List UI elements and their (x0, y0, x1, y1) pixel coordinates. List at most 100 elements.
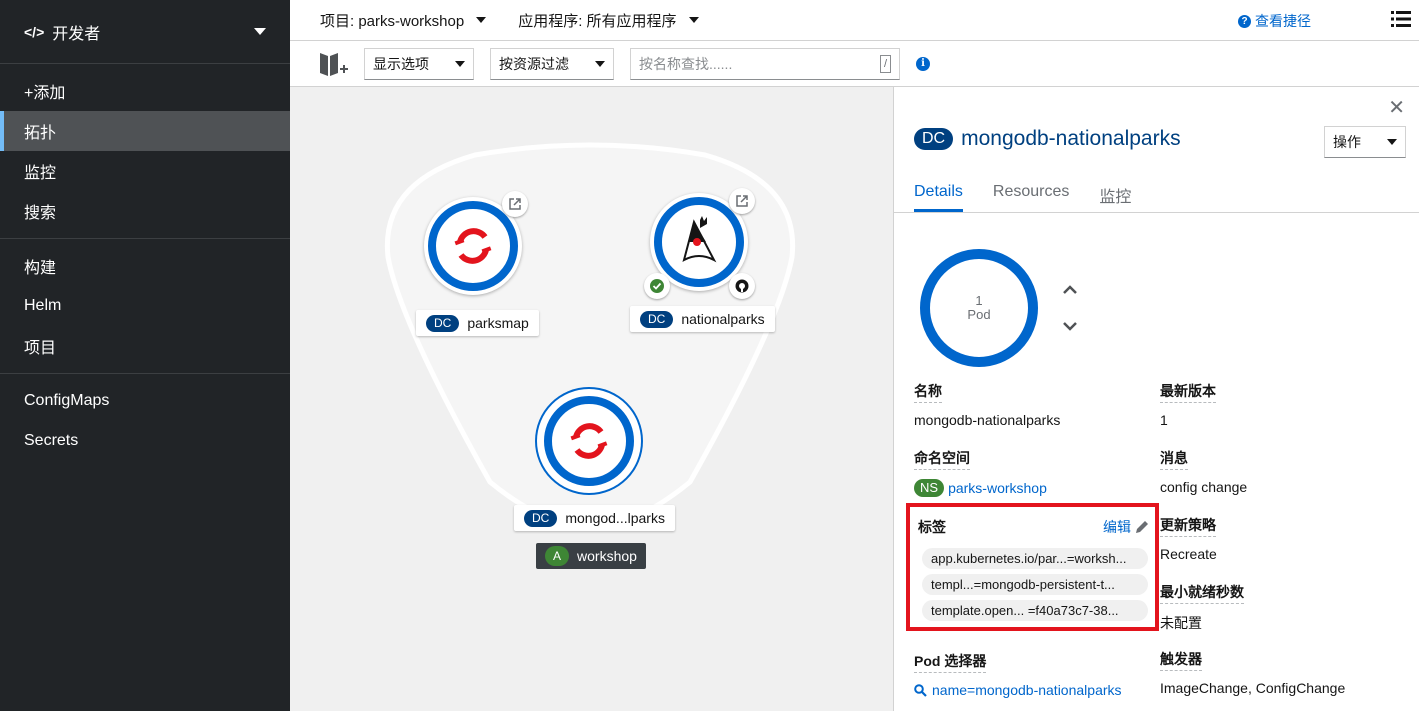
list-view-icon[interactable] (1391, 10, 1411, 28)
app-name: workshop (577, 548, 637, 564)
actions-label: 操作 (1333, 134, 1361, 150)
perspective-label: 开发者 (52, 25, 101, 43)
openshift-logo-icon (570, 423, 608, 459)
field-namespace: 命名空间 NS parks-workshop (914, 448, 1047, 497)
field-triggers: 触发器 ImageChange, ConfigChange (1160, 649, 1345, 696)
perspective-switcher[interactable]: </> 开发者 (0, 0, 290, 64)
topology-canvas[interactable]: DC parksmap DC nationalparks DC mongod..… (290, 87, 893, 711)
edit-labels-button[interactable]: 编辑 (1103, 517, 1149, 537)
open-url-decorator[interactable] (502, 191, 528, 217)
tab-resources[interactable]: Resources (993, 175, 1069, 212)
tab-details[interactable]: Details (914, 175, 963, 212)
display-options-select[interactable]: 显示选项 (364, 47, 474, 80)
project-label: 项目: parks-workshop (320, 12, 465, 30)
caret-down-icon (688, 17, 699, 23)
edit-source-decorator[interactable] (729, 273, 755, 299)
node-name: parksmap (467, 315, 529, 331)
pod-selector-link[interactable]: name=mongodb-nationalparks (932, 682, 1122, 698)
nav-group-2: 构建 Helm 项目 (0, 239, 290, 374)
labels-title: 标签 (918, 519, 946, 535)
field-value: name=mongodb-nationalparks (914, 682, 1122, 698)
caret-down-icon (254, 28, 266, 35)
panel-title: DC mongodb-nationalparks (914, 127, 1181, 151)
check-circle-icon (650, 279, 664, 293)
chevron-up-icon[interactable] (1062, 282, 1078, 298)
keyboard-shortcut-hint: / (879, 54, 891, 73)
parksmap-label[interactable]: DC parksmap (416, 310, 539, 336)
edit-label: 编辑 (1103, 519, 1131, 535)
nav-item-add[interactable]: +添加 (0, 71, 290, 111)
label-chip[interactable]: template.open... =f40a73c7-38... (922, 600, 1148, 621)
nav-item-builds[interactable]: 构建 (0, 246, 290, 286)
dc-badge: DC (426, 314, 460, 332)
field-latest-version: 最新版本 1 (1160, 381, 1216, 428)
field-value: config change (1160, 479, 1248, 495)
search-icon (914, 683, 927, 697)
nav-item-topology[interactable]: 拓扑 (0, 111, 290, 151)
external-link-icon (736, 195, 748, 207)
node-name: nationalparks (681, 311, 765, 327)
caret-down-icon (1387, 139, 1397, 145)
nav-item-configmaps[interactable]: ConfigMaps (0, 381, 290, 421)
nav-item-helm[interactable]: Helm (0, 286, 290, 326)
mongodb-label[interactable]: DC mongod...lparks (514, 505, 675, 531)
filter-by-resource-select[interactable]: 按资源过滤 (490, 47, 614, 80)
field-label: 最小就绪秒数 (1160, 582, 1244, 604)
search-placeholder: 按名称查找...... (639, 55, 733, 72)
pod-unit: Pod (967, 307, 991, 322)
application-label: 应用程序: 所有应用程序 (518, 12, 677, 30)
field-min-ready-seconds: 最小就绪秒数 未配置 (1160, 582, 1244, 633)
field-label: Pod 选择器 (914, 651, 987, 673)
nationalparks-label[interactable]: DC nationalparks (630, 306, 775, 332)
tab-monitoring[interactable]: 监控 (1099, 175, 1131, 212)
chevron-down-icon[interactable] (1062, 318, 1078, 334)
view-shortcuts-link[interactable]: ? 查看捷径 (1238, 11, 1311, 31)
open-url-decorator[interactable] (729, 188, 755, 214)
nav-item-search[interactable]: 搜索 (0, 191, 290, 231)
field-label: 名称 (914, 381, 942, 403)
nav-item-secrets[interactable]: Secrets (0, 421, 290, 461)
field-value[interactable]: 1 (1160, 412, 1216, 428)
sidebar: </> 开发者 +添加 拓扑 监控 搜索 构建 Helm 项目 ConfigMa… (0, 0, 290, 711)
build-status-decorator[interactable] (644, 273, 670, 299)
shortcuts-label: 查看捷径 (1255, 13, 1311, 29)
field-label: 更新策略 (1160, 515, 1216, 537)
field-label: 最新版本 (1160, 381, 1216, 403)
field-name: 名称 mongodb-nationalparks (914, 381, 1060, 428)
nav-item-project[interactable]: 项目 (0, 326, 290, 366)
external-link-icon (509, 198, 521, 210)
nav-item-monitoring[interactable]: 监控 (0, 151, 290, 191)
field-label: 消息 (1160, 448, 1188, 470)
pod-ring (544, 396, 634, 486)
panel-tabs: Details Resources 监控 (894, 175, 1419, 213)
label-chip[interactable]: app.kubernetes.io/par...=worksh... (922, 548, 1148, 569)
project-dropdown[interactable]: 项目: parks-workshop (320, 10, 487, 31)
label-chip[interactable]: templ...=mongodb-persistent-t... (922, 574, 1148, 595)
field-value: mongodb-nationalparks (914, 412, 1061, 428)
filter-label: 按资源过滤 (499, 55, 569, 72)
application-dropdown[interactable]: 应用程序: 所有应用程序 (518, 10, 699, 31)
labels-highlight: 标签 编辑 app.kubernetes.io/par...=worksh...… (906, 503, 1159, 631)
mongodb-nationalparks-node[interactable] (540, 392, 638, 490)
pod-ring (428, 201, 518, 291)
search-input[interactable]: 按名称查找...... / (630, 47, 900, 80)
namespace-link[interactable]: parks-workshop (948, 480, 1047, 496)
pod-ring (654, 197, 744, 287)
dc-badge: DC (640, 310, 674, 328)
caret-down-icon (476, 17, 487, 23)
pencil-icon (1136, 521, 1148, 533)
close-icon[interactable]: ✕ (1388, 95, 1405, 120)
field-update-strategy: 更新策略 Recreate (1160, 515, 1217, 562)
actions-dropdown[interactable]: 操作 (1324, 126, 1406, 158)
pod-count-ring: 1 Pod (920, 249, 1038, 367)
field-label: 触发器 (1160, 649, 1202, 671)
topology-toolbar: 显示选项 按资源过滤 按名称查找...... / i (290, 41, 1419, 87)
info-icon[interactable]: i (916, 56, 930, 71)
field-message: 消息 config change (1160, 448, 1247, 495)
dc-badge: DC (524, 509, 558, 527)
nav-group-1: +添加 拓扑 监控 搜索 (0, 64, 290, 239)
application-group-label[interactable]: A workshop (536, 543, 646, 569)
resource-name[interactable]: mongodb-nationalparks (961, 127, 1180, 151)
add-to-project-icon[interactable] (318, 50, 348, 78)
resource-side-panel: ✕ DC mongodb-nationalparks 操作 Details Re… (893, 87, 1419, 711)
